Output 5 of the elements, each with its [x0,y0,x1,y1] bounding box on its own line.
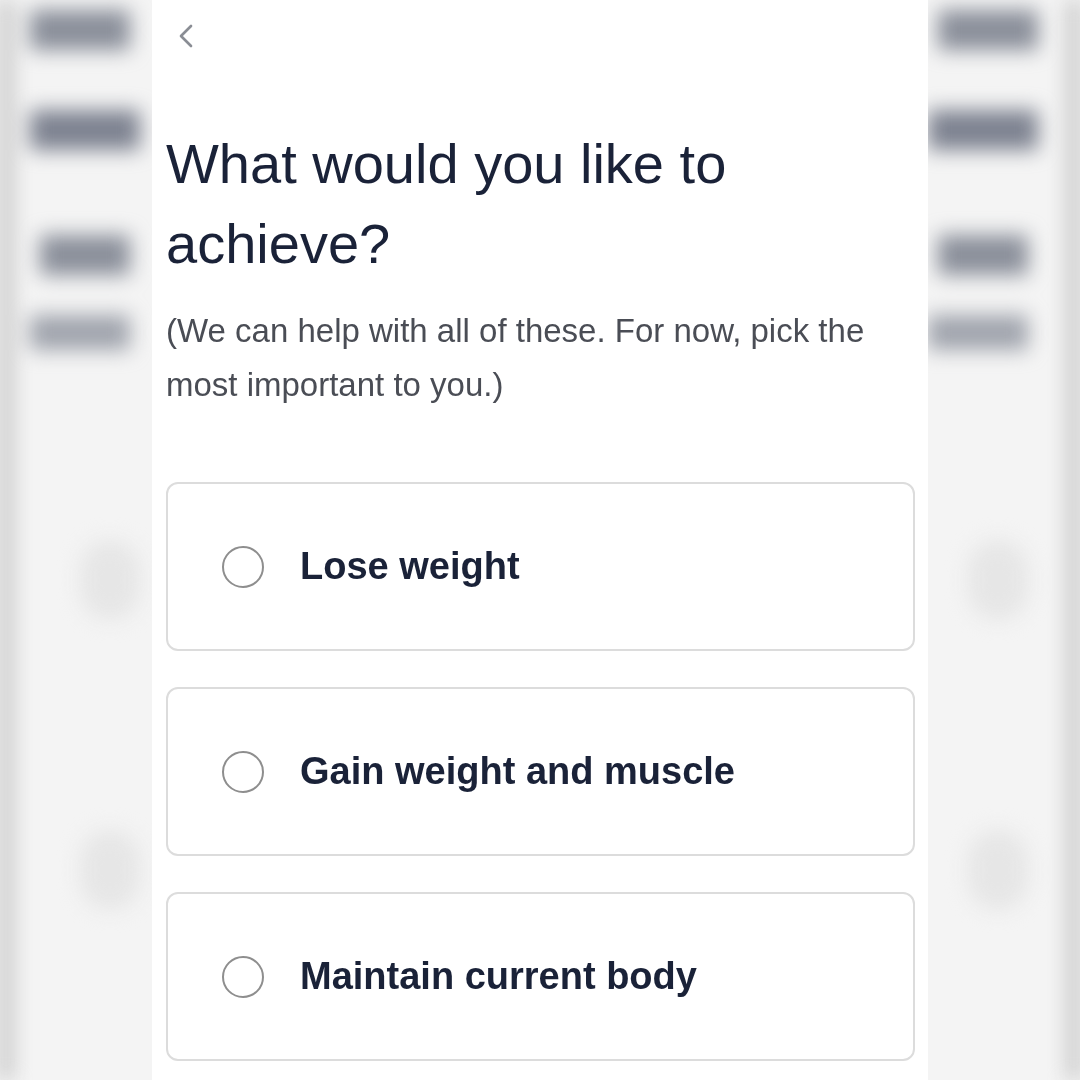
option-card[interactable]: Lose weight [166,482,915,651]
page-subtitle: (We can help with all of these. For now, pick the most important to you.) [166,311,866,405]
option-card[interactable]: Gain weight and muscle [166,687,915,856]
option-card[interactable]: Maintain current body [166,892,915,1061]
page-title: What would you like to achieve? [166,131,728,277]
